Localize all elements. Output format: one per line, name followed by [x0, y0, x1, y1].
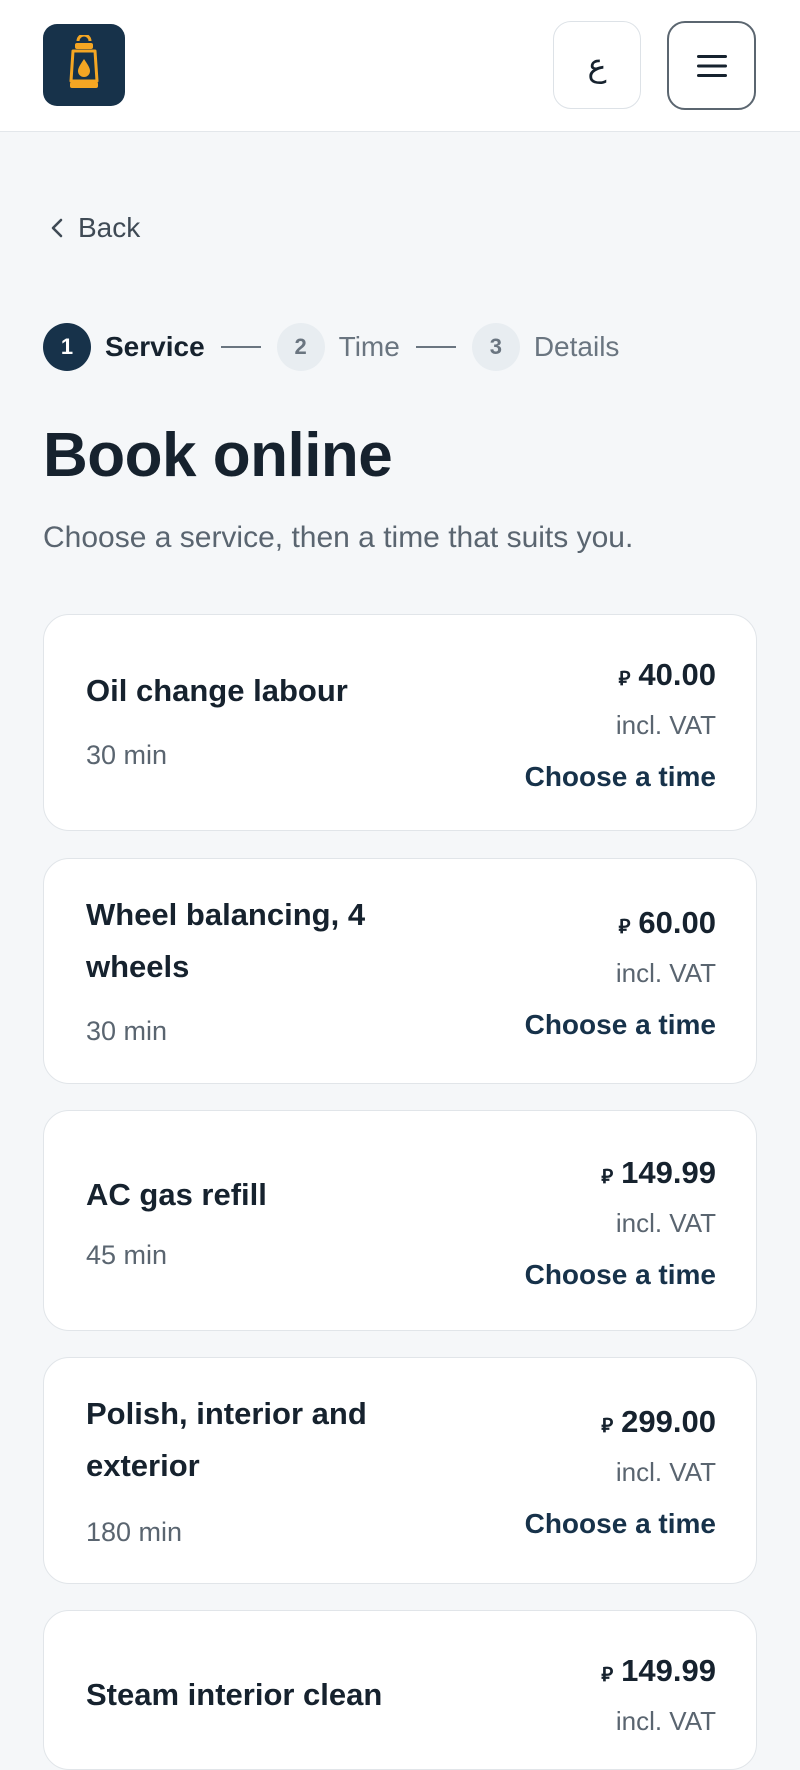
choose-time-link[interactable]: Choose a time: [525, 757, 716, 797]
step-1-label: Service: [105, 331, 205, 362]
menu-button[interactable]: [667, 21, 756, 110]
service-price: ⃁ 60.00: [618, 905, 716, 940]
riyal-icon: ⃁: [601, 1413, 614, 1437]
vat-note: incl. VAT: [615, 1706, 716, 1736]
riyal-icon: ⃁: [618, 914, 631, 938]
step-3-label: Details: [533, 331, 620, 362]
service-price: ⃁ 40.00: [618, 657, 716, 692]
language-toggle-button[interactable]: ع: [553, 21, 641, 109]
service-duration: 30 min: [86, 1016, 168, 1046]
vat-note: incl. VAT: [615, 958, 716, 988]
service-card[interactable]: Wheel balancing, 4 wheels 30 min ⃁ 60.00 …: [43, 858, 757, 1084]
riyal-icon: ⃁: [618, 666, 631, 690]
top-bar: ع: [0, 0, 800, 132]
lantern-icon[interactable]: [43, 24, 125, 106]
choose-time-link[interactable]: Choose a time: [525, 1005, 716, 1045]
step-2-label: Time: [338, 331, 400, 362]
service-name: Oil change labour: [86, 673, 348, 708]
service-price: ⃁ 299.00: [601, 1404, 716, 1439]
page-subtitle: Choose a service, then a time that suits…: [43, 521, 634, 554]
vat-note: incl. VAT: [615, 1457, 716, 1487]
hamburger-icon: [696, 54, 727, 77]
step-1-number: 1: [43, 323, 91, 371]
step-divider: [415, 346, 456, 348]
riyal-icon: ⃁: [601, 1164, 614, 1188]
service-name: AC gas refill: [86, 1177, 267, 1212]
back-link[interactable]: Back: [50, 208, 140, 248]
service-name: Wheel balancing, 4 wheels: [86, 897, 366, 984]
service-card[interactable]: Oil change labour 30 min ⃁ 40.00 incl. VA…: [43, 614, 757, 831]
page-title: Book online: [43, 421, 393, 490]
service-card[interactable]: Polish, interior and exterior 180 min ⃁ 2…: [43, 1357, 757, 1584]
service-duration: 180 min: [86, 1517, 183, 1547]
service-price: ⃁ 149.99: [601, 1653, 716, 1688]
vat-note: incl. VAT: [615, 710, 716, 740]
choose-time-link[interactable]: Choose a time: [525, 1504, 716, 1544]
service-name: Polish, interior and exterior: [86, 1396, 367, 1483]
choose-time-link[interactable]: Choose a time: [525, 1255, 716, 1295]
step-2-number: 2: [276, 323, 325, 371]
riyal-icon: ⃁: [601, 1662, 614, 1686]
vat-note: incl. VAT: [615, 1208, 716, 1238]
service-card[interactable]: AC gas refill 45 min ⃁ 149.99 incl. VAT C…: [43, 1110, 757, 1331]
service-duration: 45 min: [86, 1240, 168, 1270]
booking-stepper: 1 Service 2 Time 3 Details: [43, 322, 619, 372]
service-name: Steam interior clean: [86, 1677, 383, 1712]
service-price: ⃁ 149.99: [601, 1155, 716, 1190]
step-3-number: 3: [471, 323, 520, 371]
chevron-left-icon: [51, 218, 63, 238]
service-card[interactable]: Steam interior clean ⃁ 149.99 incl. VAT: [43, 1610, 757, 1770]
service-duration: 30 min: [86, 740, 168, 770]
back-label: Back: [78, 212, 141, 243]
step-divider: [220, 346, 261, 348]
